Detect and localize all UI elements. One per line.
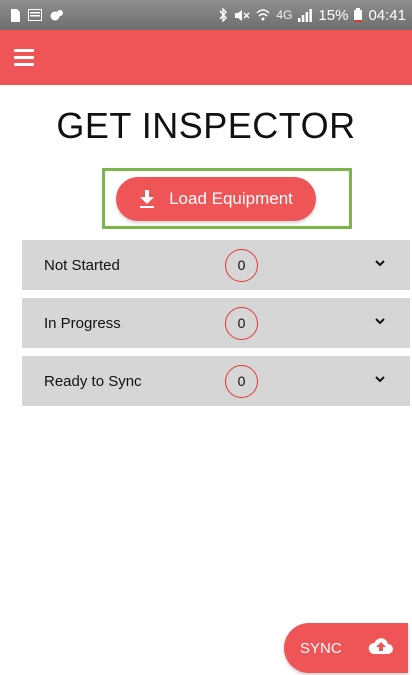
status-time: 04:41 bbox=[368, 6, 406, 24]
signal-icon bbox=[298, 8, 313, 22]
download-icon bbox=[140, 190, 155, 208]
status-right-icons: 4G 15% 04:41 bbox=[219, 7, 406, 24]
count-badge: 0 bbox=[225, 364, 258, 398]
cloud-upload-icon bbox=[368, 638, 393, 654]
page-title: GET INSPECTOR bbox=[56, 105, 356, 146]
status-row-label: In Progress bbox=[44, 314, 121, 332]
menu-line bbox=[14, 55, 34, 59]
menu-line bbox=[14, 48, 34, 52]
menu-line bbox=[14, 62, 34, 66]
count-badge: 0 bbox=[225, 248, 258, 282]
notification-icon bbox=[50, 9, 63, 20]
message-icon bbox=[28, 9, 42, 21]
battery-icon bbox=[354, 8, 363, 22]
load-equipment-button[interactable]: Load Equipment bbox=[116, 177, 316, 221]
chevron-down-icon[interactable] bbox=[374, 374, 386, 384]
network-4g-icon: 4G bbox=[276, 8, 293, 22]
load-equipment-label: Load Equipment bbox=[169, 189, 293, 208]
bluetooth-icon bbox=[219, 8, 228, 22]
status-bar: 4G 15% 04:41 bbox=[0, 0, 412, 30]
hamburger-menu-icon[interactable] bbox=[14, 44, 40, 70]
app-bar bbox=[0, 30, 412, 85]
status-row-ready-to-sync[interactable]: Ready to Sync 0 bbox=[22, 356, 410, 406]
count-badge: 0 bbox=[225, 306, 258, 340]
status-row-label: Ready to Sync bbox=[44, 372, 142, 390]
status-row-in-progress[interactable]: In Progress 0 bbox=[22, 298, 410, 348]
mute-icon bbox=[235, 9, 250, 21]
status-left-icons bbox=[10, 8, 64, 22]
status-row-not-started[interactable]: Not Started 0 bbox=[22, 240, 410, 290]
battery-percentage: 15% bbox=[318, 6, 349, 24]
sync-button[interactable]: SYNC bbox=[284, 623, 408, 673]
wifi-icon bbox=[256, 9, 270, 21]
chevron-down-icon[interactable] bbox=[374, 258, 386, 268]
status-row-label: Not Started bbox=[44, 256, 120, 274]
sim-card-icon bbox=[11, 8, 20, 22]
chevron-down-icon[interactable] bbox=[374, 316, 386, 326]
sync-label: SYNC bbox=[300, 639, 342, 657]
